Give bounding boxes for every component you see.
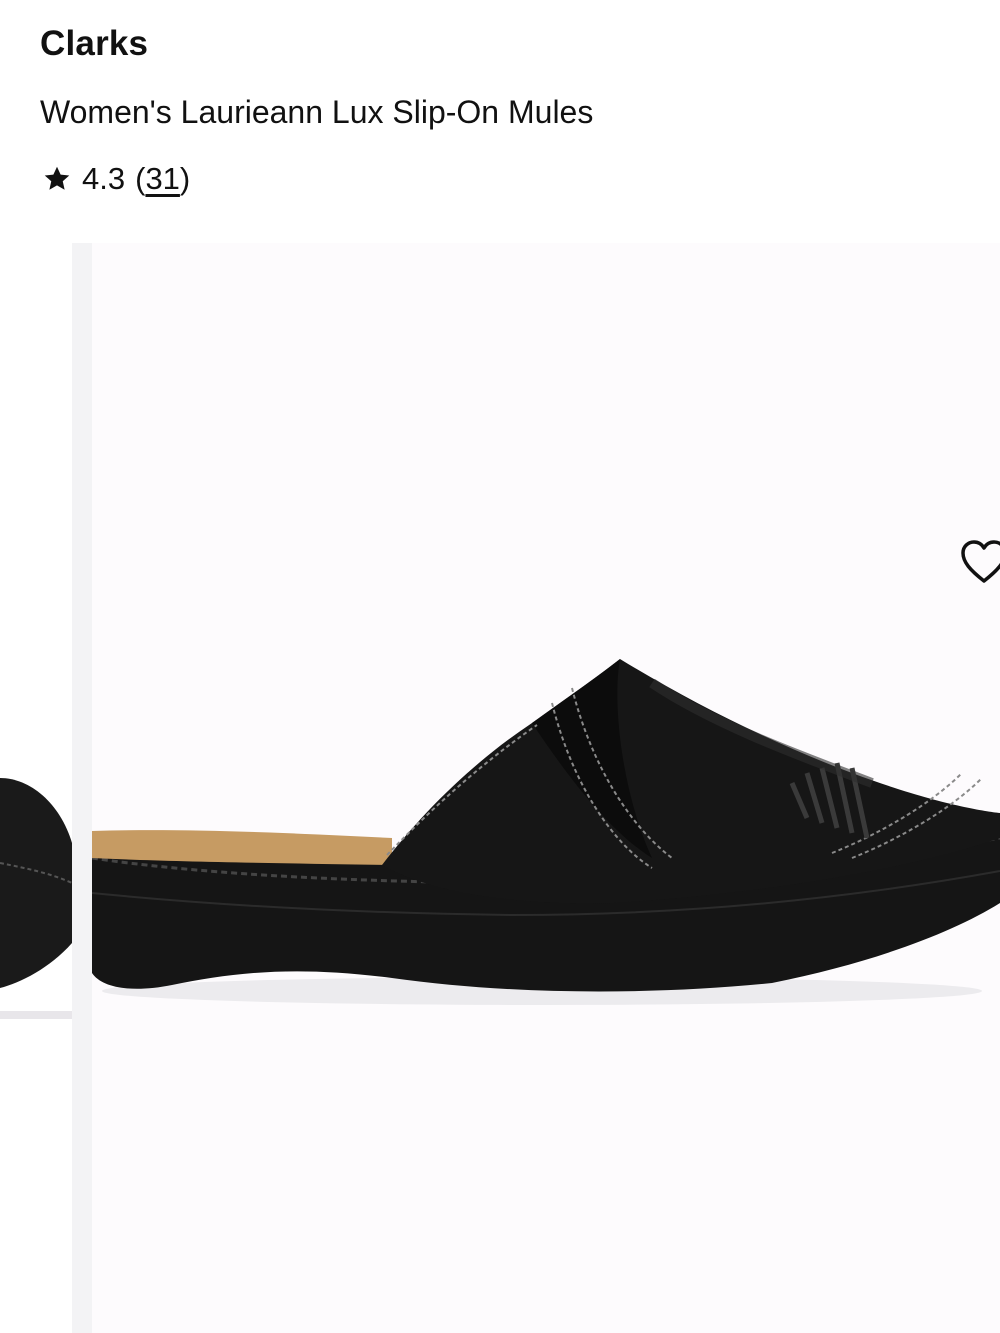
rating-summary: 4.3 ( 31 ): [42, 161, 190, 197]
carousel-divider: [72, 243, 92, 1333]
shoe-image: [92, 659, 1000, 1005]
main-product-image[interactable]: [92, 243, 1000, 1333]
previous-shoe-image: [0, 778, 72, 1019]
review-count-open-paren: (: [135, 161, 146, 196]
rating-value: 4.3: [82, 161, 126, 196]
product-image-carousel[interactable]: [0, 243, 1000, 1333]
review-count-close-paren: ): [179, 161, 191, 196]
favorite-heart-icon[interactable]: [960, 539, 1000, 585]
product-title: Women's Laurieann Lux Slip-On Mules: [40, 94, 594, 130]
star-icon: [44, 166, 70, 190]
review-count-link[interactable]: 31: [145, 161, 179, 197]
previous-product-image[interactable]: [0, 243, 72, 1333]
brand-name[interactable]: Clarks: [40, 24, 148, 64]
